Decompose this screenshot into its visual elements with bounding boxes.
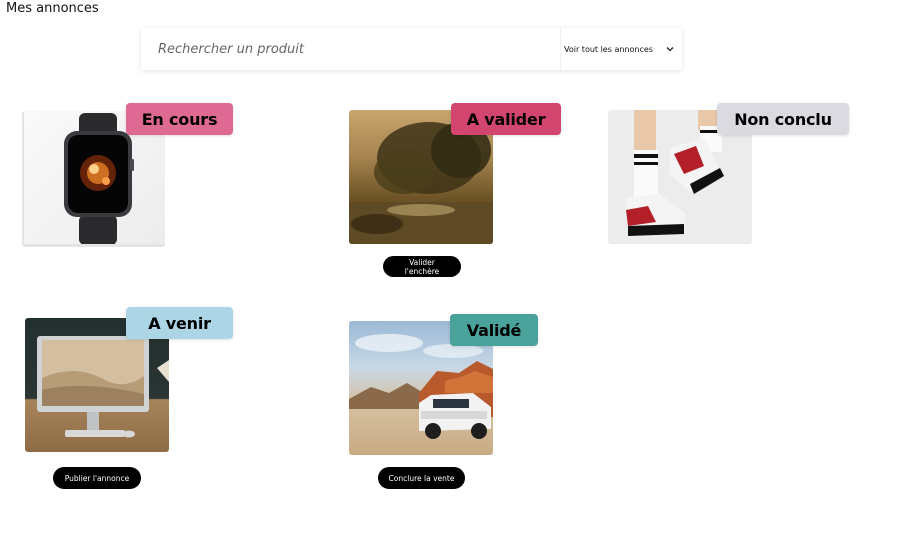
status-badge: Non conclu bbox=[717, 103, 849, 135]
page-title: Mes annonces bbox=[6, 1, 99, 16]
chevron-down-icon bbox=[666, 47, 674, 52]
status-badge: En cours bbox=[126, 103, 233, 135]
status-badge: Validé bbox=[450, 314, 538, 346]
validate-bid-button[interactable]: Valider l'enchère bbox=[383, 256, 461, 277]
close-sale-button[interactable]: Conclure la vente bbox=[378, 467, 465, 489]
publish-listing-button[interactable]: Publier l'annonce bbox=[53, 467, 141, 489]
filter-selected-label: Voir tout les annonces bbox=[564, 44, 653, 54]
listing-card[interactable]: A venir Publier l'annonce bbox=[25, 307, 234, 491]
search-input[interactable] bbox=[141, 28, 560, 70]
status-filter-select[interactable]: Voir tout les annonces bbox=[560, 28, 682, 70]
listing-card[interactable]: Non conclu bbox=[608, 103, 850, 245]
status-badge: A venir bbox=[126, 307, 233, 339]
listing-card[interactable]: En cours bbox=[22, 103, 234, 249]
listing-card[interactable]: A valider Valider l'enchère bbox=[349, 103, 561, 279]
listing-card[interactable]: Validé Conclure la vente bbox=[349, 314, 539, 491]
search-bar: Voir tout les annonces bbox=[141, 28, 682, 70]
status-badge: A valider bbox=[451, 103, 561, 135]
